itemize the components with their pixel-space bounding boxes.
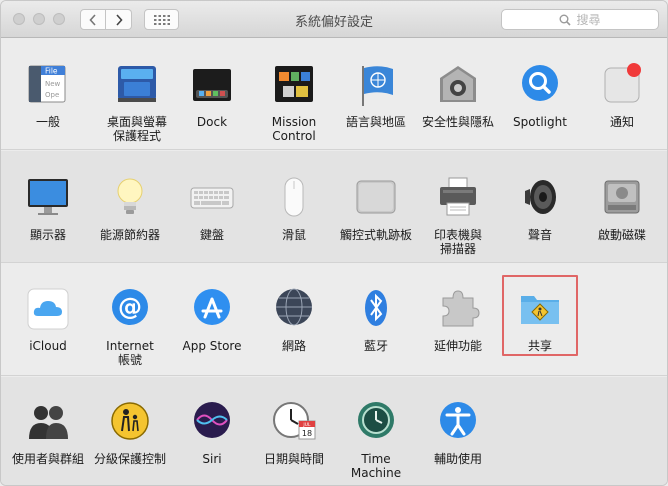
pref-label: 安全性與隱私 xyxy=(421,115,494,129)
pref-app-store[interactable]: App Store xyxy=(171,286,253,353)
date-icon-day: 18 xyxy=(302,429,312,438)
date-icon-month: JUL xyxy=(302,422,311,428)
pref-label: 聲音 xyxy=(527,228,552,242)
pref-label: 輔助使用 xyxy=(433,452,482,466)
network-icon xyxy=(276,288,312,326)
dock-icon xyxy=(193,69,231,101)
pref-label: 觸控式軌跡板 xyxy=(339,228,412,242)
search-field[interactable]: 搜尋 xyxy=(501,9,659,30)
pref-notifications[interactable]: 通知 xyxy=(581,62,663,129)
search-placeholder: 搜尋 xyxy=(576,13,601,27)
pref-desktop-screensaver[interactable]: 桌面與螢幕 保護程式 xyxy=(96,62,178,143)
pref-label: 啟動磁碟 xyxy=(597,228,646,242)
pref-label: 印表機與 掃描器 xyxy=(433,228,482,256)
pref-label: 滑鼠 xyxy=(281,228,306,242)
mouse-icon xyxy=(284,177,304,217)
pref-label: Siri xyxy=(202,452,222,466)
parental-controls-icon xyxy=(111,402,149,440)
app-store-icon xyxy=(194,289,230,325)
pref-label: 延伸功能 xyxy=(433,339,482,353)
security-privacy-icon xyxy=(440,66,476,102)
pref-startup-disk[interactable]: 啟動磁碟 xyxy=(581,175,663,242)
pref-language-region[interactable]: 語言與地區 xyxy=(335,62,417,129)
pref-label: iCloud xyxy=(29,339,67,353)
pref-mouse[interactable]: 滑鼠 xyxy=(253,175,335,242)
pref-trackpad[interactable]: 觸控式軌跡板 xyxy=(335,175,417,242)
hardware-section: 顯示器 能源節約器 鍵盤 滑鼠 觸控式軌跡板 印表機與 掃描器 聲音 啟動磁碟 xyxy=(1,151,667,263)
pref-label: 鍵盤 xyxy=(199,228,224,242)
pref-label: 日期與時間 xyxy=(263,452,324,466)
accessibility-icon xyxy=(440,402,476,438)
personal-section: File New Ope 一般 桌面與螢幕 保護程式 Dock Mission … xyxy=(1,38,667,150)
pref-label: Mission Control xyxy=(271,115,317,143)
spotlight-icon xyxy=(522,65,558,101)
svg-text:@: @ xyxy=(118,293,142,321)
extensions-icon xyxy=(442,290,480,327)
startup-disk-icon xyxy=(604,180,640,214)
pref-users-groups[interactable]: 使用者與群組 xyxy=(7,399,89,466)
pref-label: 一般 xyxy=(35,115,60,129)
general-icon-file-text: File xyxy=(45,67,58,76)
pref-label: 藍牙 xyxy=(363,339,388,353)
pref-label: 分級保護控制 xyxy=(93,452,166,466)
pref-printers-scanners[interactable]: 印表機與 掃描器 xyxy=(417,175,499,256)
desktop-screensaver-icon xyxy=(118,66,156,102)
siri-icon xyxy=(194,402,230,438)
system-preferences-window: 系統偏好設定 搜尋 File New Ope 一般 桌面與螢幕 保護程式 Doc… xyxy=(0,0,668,486)
icloud-icon xyxy=(27,288,69,330)
general-icon-open-text: Ope xyxy=(45,91,59,99)
pref-parental-controls[interactable]: 分級保護控制 xyxy=(89,399,171,466)
general-icon-new-text: New xyxy=(45,80,61,88)
pref-label: 通知 xyxy=(609,115,634,129)
pref-network[interactable]: 網路 xyxy=(253,286,335,353)
displays-icon xyxy=(28,179,68,215)
pref-security-privacy[interactable]: 安全性與隱私 xyxy=(417,62,499,129)
pref-label: 桌面與螢幕 保護程式 xyxy=(106,115,167,143)
time-machine-icon xyxy=(358,402,394,438)
keyboard-icon xyxy=(190,187,234,209)
sound-icon xyxy=(525,180,556,214)
pref-general[interactable]: File New Ope 一般 xyxy=(7,62,89,129)
pref-dock[interactable]: Dock xyxy=(171,62,253,129)
printers-scanners-icon xyxy=(440,177,476,216)
pref-label: 使用者與群組 xyxy=(11,452,84,466)
internet-accounts-icon: @ xyxy=(112,289,148,325)
pref-accessibility[interactable]: 輔助使用 xyxy=(417,399,499,466)
language-region-icon xyxy=(362,66,393,106)
pref-internet-accounts[interactable]: @ Internet 帳號 xyxy=(89,286,171,367)
pref-sound[interactable]: 聲音 xyxy=(499,175,581,242)
system-section: 使用者與群組 分級保護控制 Siri JUL 18 日期與時間 Time Mac… xyxy=(1,377,667,485)
pref-label: 網路 xyxy=(281,339,306,353)
pref-label: 顯示器 xyxy=(29,228,66,242)
pref-extensions[interactable]: 延伸功能 xyxy=(417,286,499,353)
pref-energy-saver[interactable]: 能源節約器 xyxy=(89,175,171,242)
general-icon: File New Ope xyxy=(28,65,66,103)
energy-saver-icon xyxy=(117,178,143,214)
pref-label: Time Machine xyxy=(350,452,402,480)
pref-keyboard[interactable]: 鍵盤 xyxy=(171,175,253,242)
selection-highlight xyxy=(502,275,578,356)
pref-label: App Store xyxy=(182,339,242,353)
pref-mission-control[interactable]: Mission Control xyxy=(253,62,335,143)
pref-bluetooth[interactable]: 藍牙 xyxy=(335,286,417,353)
pref-label: 能源節約器 xyxy=(99,228,160,242)
pref-displays[interactable]: 顯示器 xyxy=(7,175,89,242)
pref-label: Dock xyxy=(196,115,228,129)
date-time-icon: JUL 18 xyxy=(273,402,316,440)
title-bar: 系統偏好設定 搜尋 xyxy=(1,1,667,38)
bluetooth-icon xyxy=(365,290,387,326)
pref-date-time[interactable]: JUL 18 日期與時間 xyxy=(253,399,335,466)
pref-time-machine[interactable]: Time Machine xyxy=(335,399,417,480)
notifications-icon xyxy=(604,63,641,103)
trackpad-icon xyxy=(356,180,396,214)
pref-label: 語言與地區 xyxy=(345,115,406,129)
pref-label: Spotlight xyxy=(513,115,567,129)
search-icon xyxy=(559,14,572,26)
pref-label: Internet 帳號 xyxy=(106,339,154,367)
users-groups-icon xyxy=(29,406,68,439)
pref-icloud[interactable]: iCloud xyxy=(7,286,89,353)
pref-spotlight[interactable]: Spotlight xyxy=(499,62,581,129)
mission-control-icon xyxy=(275,66,313,102)
pref-siri[interactable]: Siri xyxy=(171,399,253,466)
